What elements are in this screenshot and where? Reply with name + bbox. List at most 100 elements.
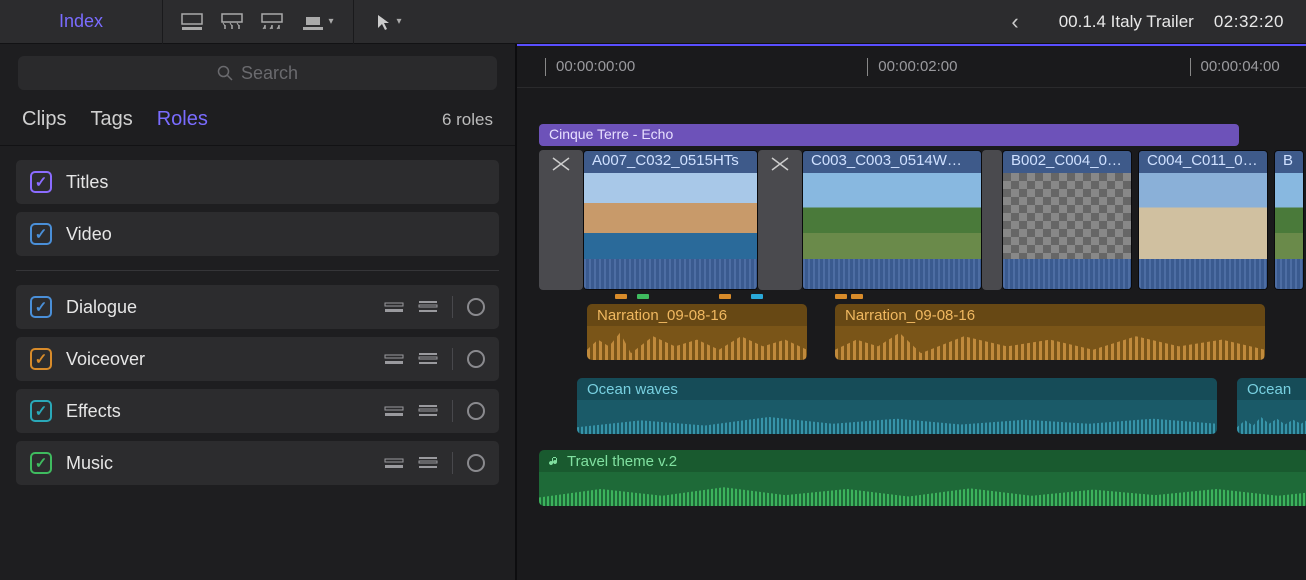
select-tool-group: ▾ — [354, 12, 424, 32]
transition-handle[interactable] — [758, 150, 802, 290]
clip-thumbnail — [803, 173, 981, 259]
solo-button[interactable] — [467, 454, 485, 472]
clip-label: Travel theme v.2 — [539, 450, 1306, 472]
separator — [452, 296, 453, 318]
clip-thumbnail — [1003, 173, 1131, 259]
role-controls — [384, 452, 485, 474]
marker-cyan[interactable] — [751, 294, 763, 299]
clip-waveform — [1275, 259, 1303, 289]
title-clip[interactable]: Cinque Terre - Echo — [539, 124, 1239, 146]
marker-orange[interactable] — [851, 294, 863, 299]
audio-clip-music[interactable]: Travel theme v.2 — [539, 450, 1306, 506]
audio-clip-effects[interactable]: Ocean — [1237, 378, 1306, 434]
index-tabs: Clips Tags Roles 6 roles — [0, 100, 515, 146]
separator — [452, 348, 453, 370]
lane-collapse-icon[interactable] — [384, 351, 404, 367]
lane-collapse-icon[interactable] — [384, 299, 404, 315]
clip-label: Ocean waves — [577, 378, 1217, 400]
project-name-label: 00.1.4 Italy Trailer — [1049, 12, 1204, 32]
tab-roles[interactable]: Roles — [157, 108, 208, 131]
role-item-voiceover[interactable]: Voiceover — [16, 337, 499, 381]
role-item-titles[interactable]: Titles — [16, 160, 499, 204]
lane-expand-icon[interactable] — [418, 299, 438, 315]
role-label: Titles — [66, 172, 485, 193]
role-item-music[interactable]: Music — [16, 441, 499, 485]
role-checkbox[interactable] — [30, 348, 52, 370]
video-clip[interactable]: C003_C003_0514W… — [802, 150, 982, 290]
audio-clip-effects[interactable]: Ocean waves — [577, 378, 1217, 434]
index-button[interactable]: Index — [6, 5, 156, 38]
video-clip[interactable]: B002_C004_0… — [1002, 150, 1132, 290]
role-controls — [384, 348, 485, 370]
role-label: Effects — [66, 401, 370, 422]
marker-orange[interactable] — [835, 294, 847, 299]
clip-label: Narration_09-08-16 — [835, 304, 1265, 326]
clip-waveform — [803, 259, 981, 289]
search-input[interactable]: Search — [18, 56, 497, 90]
role-checkbox[interactable] — [30, 223, 52, 245]
clip-waveform — [1237, 400, 1306, 434]
audio-clip-narration[interactable]: Narration_09-08-16 — [587, 304, 807, 360]
role-checkbox[interactable] — [30, 452, 52, 474]
back-button[interactable]: ‹ — [981, 9, 1048, 35]
solo-button[interactable] — [467, 298, 485, 316]
clip-waveform — [835, 326, 1265, 360]
clip-thumbnail — [584, 173, 757, 259]
role-count-label: 6 roles — [442, 110, 493, 130]
solo-button[interactable] — [467, 350, 485, 368]
role-controls — [384, 400, 485, 422]
search-icon — [217, 65, 233, 81]
transition-handle[interactable] — [982, 150, 1002, 290]
chevron-down-icon: ▾ — [396, 16, 401, 27]
clip-waveform — [577, 400, 1217, 434]
role-list: Titles Video Dialogue Voiceover — [0, 146, 515, 499]
time-ruler[interactable]: 00:00:00:00 00:00:02:00 00:00:04:00 — [517, 46, 1306, 88]
lane-expand-icon[interactable] — [418, 455, 438, 471]
role-item-video[interactable]: Video — [16, 212, 499, 256]
role-item-dialogue[interactable]: Dialogue — [16, 285, 499, 329]
clip-waveform — [539, 472, 1306, 506]
clip-label: Narration_09-08-16 — [587, 304, 807, 326]
role-checkbox[interactable] — [30, 171, 52, 193]
ruler-mark: 00:00:00:00 — [545, 58, 635, 76]
transition-handle[interactable] — [539, 150, 583, 290]
clip-thumbnail — [1275, 173, 1303, 259]
timeline-area[interactable]: 00:00:00:00 00:00:02:00 00:00:04:00 Cinq… — [517, 44, 1306, 580]
view-mode-1-icon[interactable] — [181, 12, 203, 32]
lane-expand-icon[interactable] — [418, 351, 438, 367]
solo-button[interactable] — [467, 402, 485, 420]
view-mode-2-icon[interactable] — [221, 12, 243, 32]
music-track: Travel theme v.2 — [539, 450, 1306, 506]
ruler-mark: 00:00:04:00 — [1190, 58, 1280, 76]
lane-expand-icon[interactable] — [418, 403, 438, 419]
marker-green[interactable] — [637, 294, 649, 299]
marker-orange[interactable] — [615, 294, 627, 299]
view-mode-4-icon[interactable]: ▾ — [301, 12, 335, 32]
role-label: Dialogue — [66, 297, 370, 318]
marker-orange[interactable] — [719, 294, 731, 299]
lane-collapse-icon[interactable] — [384, 403, 404, 419]
clip-label: B002_C004_0… — [1003, 151, 1131, 173]
clip-waveform — [587, 326, 807, 360]
tab-clips[interactable]: Clips — [22, 108, 66, 131]
chevron-down-icon: ▾ — [328, 16, 333, 27]
clip-label: A007_C032_0515HTs — [584, 151, 757, 173]
video-track: A007_C032_0515HTs C003_C003_0514W… B002_… — [539, 150, 1306, 290]
role-checkbox[interactable] — [30, 296, 52, 318]
clip-thumbnail — [1139, 173, 1267, 259]
view-mode-3-icon[interactable] — [261, 12, 283, 32]
video-clip[interactable]: B — [1274, 150, 1304, 290]
clip-label: B — [1275, 151, 1303, 173]
role-checkbox[interactable] — [30, 400, 52, 422]
tab-tags[interactable]: Tags — [90, 108, 132, 131]
divider — [16, 270, 499, 271]
pointer-tool-icon[interactable]: ▾ — [372, 12, 406, 32]
lane-collapse-icon[interactable] — [384, 455, 404, 471]
video-clip[interactable]: C004_C011_05… — [1138, 150, 1268, 290]
view-tool-group: ▾ — [163, 12, 353, 32]
audio-clip-narration[interactable]: Narration_09-08-16 — [835, 304, 1265, 360]
clip-label: C003_C003_0514W… — [803, 151, 981, 173]
role-item-effects[interactable]: Effects — [16, 389, 499, 433]
clip-waveform — [1139, 259, 1267, 289]
video-clip[interactable]: A007_C032_0515HTs — [583, 150, 758, 290]
